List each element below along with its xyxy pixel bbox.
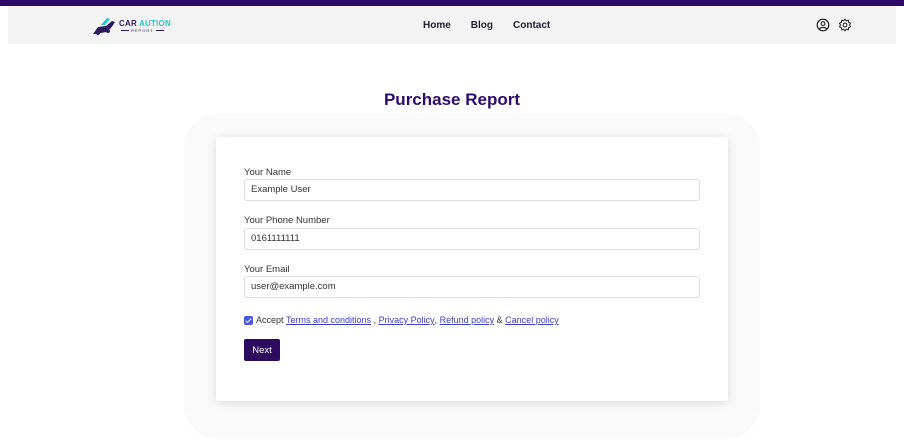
- nav-link-blog[interactable]: Blog: [471, 20, 493, 31]
- separator-text: &: [494, 315, 506, 325]
- terms-link[interactable]: Terms and conditions: [286, 315, 371, 325]
- privacy-policy-link[interactable]: Privacy Policy: [379, 315, 435, 325]
- phone-label: Your Phone Number: [244, 215, 330, 226]
- purchase-form: Your Name Example User Your Phone Number…: [216, 137, 728, 401]
- cancel-policy-link[interactable]: Cancel policy: [505, 315, 559, 325]
- page-title: Purchase Report: [383, 90, 521, 109]
- nav-link-home[interactable]: Home: [423, 20, 451, 31]
- refund-policy-link[interactable]: Refund policy: [440, 315, 495, 325]
- email-label: Your Email: [244, 264, 290, 275]
- logo-tagline: REPORT: [119, 28, 171, 33]
- next-button[interactable]: Next: [244, 339, 280, 361]
- user-circle-icon[interactable]: [816, 18, 830, 32]
- separator-text: ,: [371, 315, 379, 325]
- car-logo-icon: [93, 18, 115, 35]
- accept-terms-row: Accept Terms and conditions , Privacy Po…: [244, 315, 559, 325]
- name-label: Your Name: [244, 167, 292, 178]
- accept-prefix: Accept: [256, 315, 287, 325]
- navbar: CAR AUTION REPORT Home Blog Contact: [8, 6, 896, 44]
- main-menu: Home Blog Contact: [423, 6, 550, 44]
- settings-gear-icon[interactable]: [838, 18, 852, 32]
- nav-link-contact[interactable]: Contact: [513, 20, 550, 31]
- logo-wordmark: CAR AUTION: [119, 18, 171, 28]
- name-input[interactable]: Example User: [244, 179, 700, 201]
- logo[interactable]: CAR AUTION REPORT: [92, 14, 171, 38]
- email-input[interactable]: user@example.com: [244, 276, 700, 298]
- nav-actions: [816, 18, 852, 32]
- accept-checkbox[interactable]: [244, 315, 253, 325]
- phone-input[interactable]: 0161111111: [244, 228, 700, 250]
